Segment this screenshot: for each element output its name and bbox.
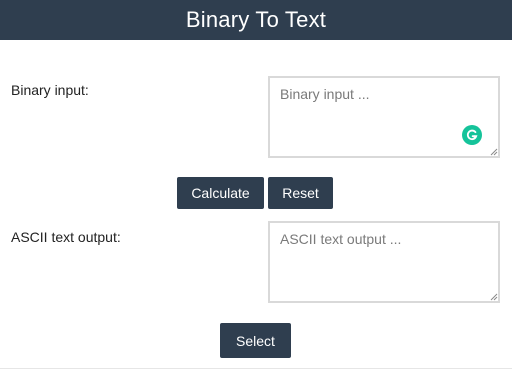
grammarly-g-glyph bbox=[466, 129, 478, 141]
resize-handle-icon[interactable] bbox=[488, 146, 498, 156]
divider bbox=[0, 368, 512, 369]
binary-input-label: Binary input: bbox=[11, 82, 89, 98]
select-button[interactable]: Select bbox=[220, 323, 291, 358]
ascii-output-label: ASCII text output: bbox=[11, 229, 121, 245]
binary-input-field[interactable] bbox=[268, 76, 500, 158]
page-header: Binary To Text bbox=[0, 0, 512, 40]
grammarly-icon[interactable] bbox=[462, 125, 482, 145]
reset-button[interactable]: Reset bbox=[268, 177, 333, 209]
calculate-button[interactable]: Calculate bbox=[177, 177, 264, 209]
page-title: Binary To Text bbox=[185, 7, 327, 32]
resize-handle-icon[interactable] bbox=[488, 291, 498, 301]
ascii-output-field[interactable] bbox=[268, 221, 500, 303]
